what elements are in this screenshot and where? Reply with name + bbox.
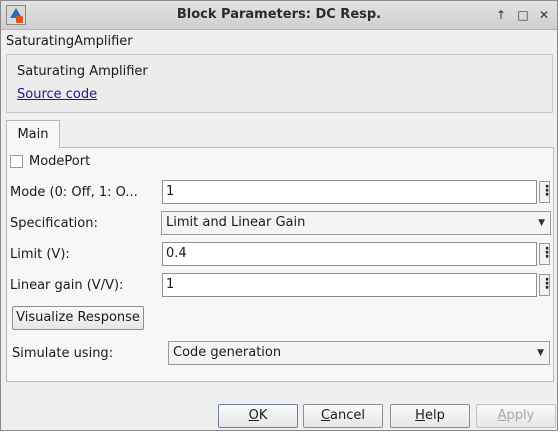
description-title: Saturating Amplifier [17, 64, 148, 79]
limit-label: Limit (V): [10, 247, 70, 262]
modeport-checkbox[interactable] [10, 155, 23, 168]
simulate-using-value: Code generation [173, 345, 282, 360]
window-title: Block Parameters: DC Resp. [176, 7, 382, 22]
apply-button[interactable]: Apply [476, 404, 556, 428]
limit-field[interactable]: 0.4 [162, 242, 537, 266]
ellipsis-icon[interactable]: ⋮ [539, 243, 554, 265]
help-button[interactable]: Help [390, 404, 470, 428]
source-code-link[interactable]: Source code [17, 87, 97, 102]
modeport-label: ModePort [29, 154, 91, 169]
description-group: Saturating Amplifier Source code [6, 54, 553, 113]
linear-gain-label: Linear gain (V/V): [10, 278, 124, 293]
simulate-using-label: Simulate using: [12, 346, 114, 361]
ok-button[interactable]: OK [218, 404, 298, 428]
maximize-icon[interactable]: □ [515, 7, 531, 23]
ellipsis-icon[interactable]: ⋮ [539, 181, 554, 203]
block-parameters-dialog: Block Parameters: DC Resp. ↑ □ ✕ Saturat… [0, 0, 558, 431]
block-type-name: SaturatingAmplifier [6, 34, 133, 49]
mode-field[interactable]: 1 [162, 180, 537, 204]
chevron-down-icon: ▼ [537, 348, 544, 358]
close-icon[interactable]: ✕ [536, 7, 552, 23]
cancel-button[interactable]: Cancel [303, 404, 383, 428]
chevron-down-icon: ▼ [538, 218, 545, 228]
up-arrow-icon[interactable]: ↑ [493, 7, 509, 23]
specification-select[interactable]: Limit and Linear Gain ▼ [161, 211, 551, 235]
title-bar[interactable]: Block Parameters: DC Resp. ↑ □ ✕ [1, 1, 557, 30]
specification-label: Specification: [10, 216, 98, 231]
visualize-response-button[interactable]: Visualize Response [12, 306, 144, 330]
mode-label: Mode (0: Off, 1: O... [10, 185, 138, 200]
tab-main[interactable]: Main [6, 120, 60, 148]
linear-gain-field[interactable]: 1 [162, 273, 537, 297]
simulate-using-select[interactable]: Code generation ▼ [168, 341, 550, 365]
ellipsis-icon[interactable]: ⋮ [539, 274, 554, 296]
specification-value: Limit and Linear Gain [166, 215, 306, 230]
